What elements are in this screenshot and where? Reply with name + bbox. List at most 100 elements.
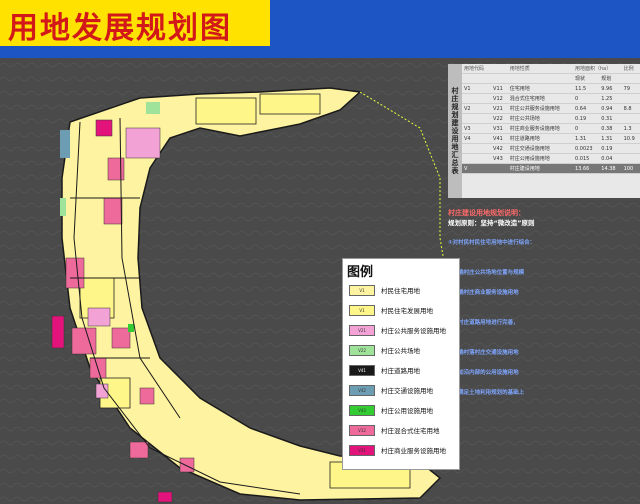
table-cell: 村庄公用设施用地	[507, 153, 574, 164]
legend-item: V41 村庄道路用地	[349, 363, 420, 377]
explain-line: ③明确村庄商业服务设施用地	[448, 290, 519, 296]
public-square	[60, 198, 66, 216]
col-current: 现状	[573, 73, 600, 84]
table-cell	[621, 93, 640, 104]
table-cell: 村庄公共服务设施用地	[507, 103, 574, 114]
table-row: V3 V31 村庄商业服务设施用地 0 0.38 1.3	[462, 123, 640, 134]
legend-swatch: V21	[349, 324, 375, 336]
table-cell: V11	[491, 83, 508, 94]
legend-item: V1 村民住宅用地	[349, 283, 420, 297]
explain-line: ②明确村庄公共场地位置与规模	[448, 270, 525, 276]
table-cell: 1.3	[621, 123, 640, 134]
page-title: 用地发展规划图	[8, 11, 232, 46]
table-cell: 10.9	[621, 133, 640, 144]
table-cell: V31	[491, 123, 508, 134]
title-banner: 用地发展规划图	[0, 0, 270, 46]
explain-line: ④对村庄道路用地进行完善，	[448, 320, 519, 326]
explain-line: ⑦在满足土地利用规划的基础上	[448, 390, 525, 396]
legend-swatch: V12	[349, 424, 375, 436]
col-planned: 规划	[599, 73, 622, 84]
table-cell	[462, 143, 492, 154]
explain-principle: 规划原则：坚持“微改造”原则	[448, 219, 535, 227]
table-cell: 0.64	[573, 103, 600, 114]
legend-swatch: V1	[349, 304, 375, 316]
table-cell: V21	[491, 103, 508, 114]
legend-swatch: V43	[349, 404, 375, 416]
table-cell: 0.0023	[573, 143, 600, 154]
table-cell: V3	[462, 123, 492, 134]
table-cell: V12	[491, 93, 508, 104]
legend-item: V43 村庄公用设施用地	[349, 403, 433, 417]
table-cell: 0.38	[599, 123, 622, 134]
planning-explanation: 村庄建设用地规划说明： 规划原则：坚持“微改造”原则 ①对村民村民住宅用地中进行…	[448, 208, 640, 504]
table-cell: 1.31	[573, 133, 600, 144]
table-cell	[462, 93, 492, 104]
legend-label: 村庄公共服务设施用地	[381, 327, 446, 335]
table-row: V4 V41 村庄道路用地 1.31 1.31 10.9	[462, 133, 640, 144]
land-use-summary-table: 村庄规划建设用地汇总表 用地代码 用地性质 用地面积（ha） 比例 现状 规划 …	[448, 64, 640, 198]
table-cell: 1.31	[599, 133, 622, 144]
col-area: 用地面积（ha）	[573, 64, 622, 74]
table-row: V42 村庄交通设施用地 0.0023 0.19	[462, 143, 640, 154]
legend-label: 村庄公用设施用地	[381, 407, 433, 415]
table-row: V43 村庄公用设施用地 0.015 0.04	[462, 153, 640, 164]
table-row: V1 V11 住宅用地 11.5 9.96 79	[462, 83, 640, 94]
legend-item: V1 村民住宅发展用地	[349, 303, 433, 317]
map-legend: 图例 V1 村民住宅用地 V1 村民住宅发展用地 V21 村庄公共服务设施用地 V22 村庄公…	[342, 258, 460, 470]
table-cell: 住宅用地	[507, 83, 574, 94]
transport-land	[60, 130, 70, 158]
summary-heading: 村庄规划建设用地汇总表	[448, 64, 462, 198]
table-cell	[462, 153, 492, 164]
col-code: 用地代码	[462, 64, 492, 74]
legend-label: 村庄交通设施用地	[381, 387, 433, 395]
table-cell: 0.94	[599, 103, 622, 114]
table-cell: 村庄交通设施用地	[507, 143, 574, 154]
table-cell: 9.96	[599, 83, 622, 94]
table-cell: 混合式住宅用地	[507, 93, 574, 104]
legend-label: 村庄道路用地	[381, 367, 420, 375]
explain-line: ⑤明确村落村庄交通设施用地	[448, 350, 519, 356]
legend-label: 村民住宅用地	[381, 287, 420, 295]
legend-item: V42 村庄交通设施用地	[349, 383, 433, 397]
legend-title: 图例	[347, 265, 374, 280]
legend-swatch: V41	[349, 364, 375, 376]
table-cell: 村庄公共场地	[507, 113, 574, 124]
table-cell: 村庄道路用地	[507, 133, 574, 144]
table-cell: 0	[573, 123, 600, 134]
legend-swatch: V22	[349, 344, 375, 356]
legend-label: 村庄混合式住宅用地	[381, 427, 440, 435]
table-cell: 村庄商业服务设施用地	[507, 123, 574, 134]
table-cell: 11.5	[573, 83, 600, 94]
table-cell: 79	[621, 83, 640, 94]
col-ratio: 比例	[621, 64, 640, 74]
legend-swatch: V42	[349, 384, 375, 396]
table-cell	[621, 113, 640, 124]
table-cell: V41	[491, 133, 508, 144]
legend-swatch: V31	[349, 444, 375, 456]
legend-label: 村庄公共场地	[381, 347, 420, 355]
table-cell: V42	[491, 143, 508, 154]
table-cell	[462, 113, 492, 124]
table-row: V12 混合式住宅用地 0 1.25	[462, 93, 640, 104]
table-cell	[621, 143, 640, 154]
legend-label: 村民住宅发展用地	[381, 307, 433, 315]
table-cell: 1.25	[599, 93, 622, 104]
explain-line: ①对村民村民住宅用地中进行综合：	[448, 240, 536, 246]
table-cell	[621, 153, 640, 164]
legend-item: V12 村庄混合式住宅用地	[349, 423, 440, 437]
table-cell: 0.19	[573, 113, 600, 124]
table-cell: V2	[462, 103, 492, 114]
table-cell: 8.8	[621, 103, 640, 114]
utility-land	[128, 324, 134, 332]
table-row: V2 V21 村庄公共服务设施用地 0.64 0.94 8.8	[462, 103, 640, 114]
table-cell: V43	[491, 153, 508, 164]
col-nature: 用地性质	[507, 64, 574, 74]
table-cell: V22	[491, 113, 508, 124]
legend-item: V31 村庄商业服务设施用地	[349, 443, 446, 457]
table-cell: 0.04	[599, 153, 622, 164]
table-row-total: V 村庄建设用地 13.66 14.38 100	[462, 163, 640, 174]
table-cell: 0.015	[573, 153, 600, 164]
legend-swatch: V1	[349, 284, 375, 296]
legend-item: V21 村庄公共服务设施用地	[349, 323, 446, 337]
legend-label: 村庄商业服务设施用地	[381, 447, 446, 455]
